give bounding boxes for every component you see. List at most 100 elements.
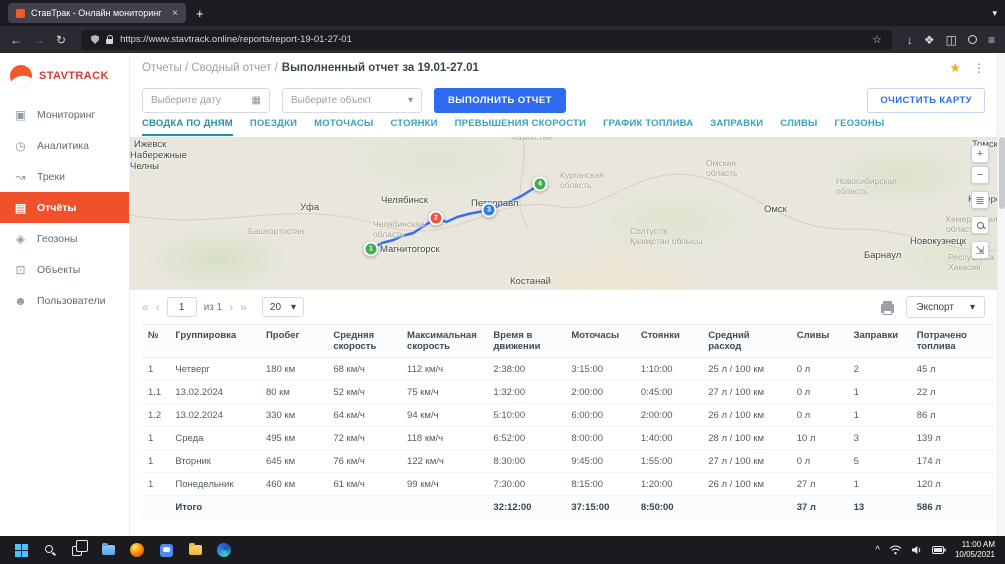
sidebar-item[interactable]: ↝ Треки	[0, 161, 129, 192]
monitor-icon: ▣	[13, 109, 28, 121]
clock[interactable]: 11:00 AM 10/05/2021	[955, 540, 995, 561]
table-cell	[142, 496, 169, 519]
report-tab[interactable]: ГРАФИК ТОПЛИВА	[603, 117, 693, 134]
taskbar-icon[interactable]	[97, 538, 119, 562]
report-tab[interactable]: ПОЕЗДКИ	[250, 117, 297, 134]
object-select[interactable]: Выберите объект ▾	[282, 88, 422, 113]
report-tab[interactable]: ЗАПРАВКИ	[710, 117, 763, 134]
map[interactable]: Ижевск Набережные Челны Уфа Башкортостан…	[130, 137, 1005, 290]
taskbar-icon[interactable]	[39, 538, 61, 562]
lock-icon[interactable]	[106, 39, 113, 44]
breadcrumb-prefix[interactable]: Отчеты / Сводный отчет /	[142, 62, 278, 74]
next-page-button[interactable]: ›	[229, 300, 233, 314]
report-tab[interactable]: СТОЯНКИ	[390, 117, 437, 134]
favorite-star-icon[interactable]: ★	[949, 60, 961, 76]
kebab-menu-icon[interactable]: ⋮	[973, 61, 985, 75]
map-controls: + − ≣ ⇲	[971, 145, 989, 259]
report-tab[interactable]: ПРЕВЫШЕНИЯ СКОРОСТИ	[455, 117, 586, 134]
table-cell: 68 км/ч	[327, 358, 401, 381]
sidebar-item[interactable]: ⊡ Объекты	[0, 254, 129, 285]
report-tab[interactable]: ГЕОЗОНЫ	[835, 117, 885, 134]
first-page-button[interactable]: «	[142, 300, 149, 314]
table-row: 1Среда495 км72 км/ч118 км/ч6:52:008:00:0…	[142, 427, 993, 450]
map-marker[interactable]: 1	[364, 242, 379, 257]
prev-page-button[interactable]: ‹	[156, 300, 160, 314]
browser-tab-strip: СтавТрак - Онлайн мониторинг × + ▾	[0, 0, 1005, 26]
forward-icon[interactable]: →	[33, 34, 45, 46]
extensions-icon[interactable]: ❖	[924, 34, 935, 46]
sidebar-item[interactable]: ▣ Мониторинг	[0, 99, 129, 130]
map-label: Челябинская область	[373, 220, 424, 240]
bookmark-star-icon[interactable]: ☆	[872, 33, 882, 46]
sidebar-panel-icon[interactable]: ◫	[946, 34, 957, 46]
battery-icon[interactable]	[932, 546, 946, 554]
map-search-icon[interactable]	[971, 216, 989, 234]
layers-icon[interactable]: ≣	[971, 191, 989, 209]
sidebar-item[interactable]: ▤ Отчёты	[0, 192, 129, 223]
map-label: Набережные Челны	[130, 151, 187, 173]
column-header: Средний расход	[702, 325, 790, 358]
last-page-button[interactable]: »	[240, 300, 247, 314]
column-header: Потрачено топлива	[911, 325, 993, 358]
new-tab-button[interactable]: +	[196, 6, 204, 21]
report-tab[interactable]: МОТОЧАСЫ	[314, 117, 373, 134]
page-size-select[interactable]: 20 ▾	[262, 297, 304, 317]
report-tab[interactable]: СВОДКА ПО ДНЯМ	[142, 117, 233, 136]
taskbar-icon[interactable]	[10, 538, 32, 562]
back-icon[interactable]: ←	[10, 34, 22, 46]
table-cell: 1	[142, 450, 169, 473]
run-report-button[interactable]: ВЫПОЛНИТЬ ОТЧЕТ	[434, 88, 566, 113]
scrollbar-thumb[interactable]	[999, 137, 1005, 209]
reload-icon[interactable]: ↻	[56, 34, 66, 46]
reports-icon: ▤	[13, 202, 28, 214]
zoom-in-button[interactable]: +	[971, 145, 989, 163]
sidebar-item[interactable]: ◈ Геозоны	[0, 223, 129, 254]
fullscreen-icon[interactable]: ⇲	[971, 241, 989, 259]
taskbar-icon[interactable]	[213, 538, 235, 562]
map-marker[interactable]: 4	[533, 177, 548, 192]
report-tab[interactable]: СЛИВЫ	[780, 117, 817, 134]
taskbar-icon[interactable]	[126, 538, 148, 562]
sidebar-item[interactable]: ☻ Пользователи	[0, 285, 129, 316]
date-picker-input[interactable]: Выберите дату ▦	[142, 88, 270, 113]
close-tab-icon[interactable]: ×	[172, 8, 178, 19]
table-cell: 330 км	[260, 404, 327, 427]
map-label: Костанай	[510, 277, 551, 288]
table-cell: 1	[142, 427, 169, 450]
menu-icon[interactable]: ≡	[988, 34, 995, 46]
shield-icon[interactable]	[91, 35, 99, 44]
map-canvas[interactable]	[130, 137, 1005, 290]
calendar-icon[interactable]: ▦	[252, 95, 261, 106]
table-row: 1.213.02.2024330 км64 км/ч94 км/ч5:10:00…	[142, 404, 993, 427]
taskbar-icon[interactable]	[68, 538, 90, 562]
table-cell: 32:12:00	[487, 496, 565, 519]
tab-list-chevron-icon[interactable]: ▾	[992, 8, 997, 19]
clear-map-button[interactable]: ОЧИСТИТЬ КАРТУ	[867, 88, 985, 113]
table-cell: 13.02.2024	[169, 404, 260, 427]
table-row: 1Вторник645 км76 км/ч122 км/ч8:30:009:45…	[142, 450, 993, 473]
page-input[interactable]: 1	[167, 297, 197, 317]
downloads-icon[interactable]: ↓	[907, 34, 913, 46]
map-marker[interactable]: 2	[429, 211, 444, 226]
zoom-out-button[interactable]: −	[971, 166, 989, 184]
profile-icon[interactable]	[968, 35, 977, 44]
table-cell: 122 км/ч	[401, 450, 487, 473]
print-icon[interactable]	[881, 304, 894, 313]
volume-icon[interactable]	[911, 545, 923, 555]
map-marker[interactable]: 3	[482, 203, 497, 218]
network-icon[interactable]	[889, 545, 902, 555]
map-label: Барнаул	[864, 251, 901, 262]
tray-chevron-icon[interactable]: ^	[875, 545, 880, 556]
browser-tab[interactable]: СтавТрак - Онлайн мониторинг ×	[8, 3, 186, 23]
table-cell: 72 км/ч	[327, 427, 401, 450]
taskbar-icon[interactable]	[155, 538, 177, 562]
chevron-down-icon[interactable]: ▾	[408, 95, 413, 106]
taskbar-icon[interactable]	[184, 538, 206, 562]
url-bar[interactable]: https://www.stavtrack.online/reports/rep…	[81, 30, 892, 50]
page-scrollbar[interactable]	[997, 53, 1005, 536]
table-cell: 180 км	[260, 358, 327, 381]
sidebar-item[interactable]: ◷ Аналитика	[0, 130, 129, 161]
export-select[interactable]: Экспорт ▾	[906, 296, 985, 318]
sidebar-menu: ▣ Мониторинг ◷ Аналитика ↝ Треки ▤	[0, 99, 129, 316]
column-header: Пробег	[260, 325, 327, 358]
